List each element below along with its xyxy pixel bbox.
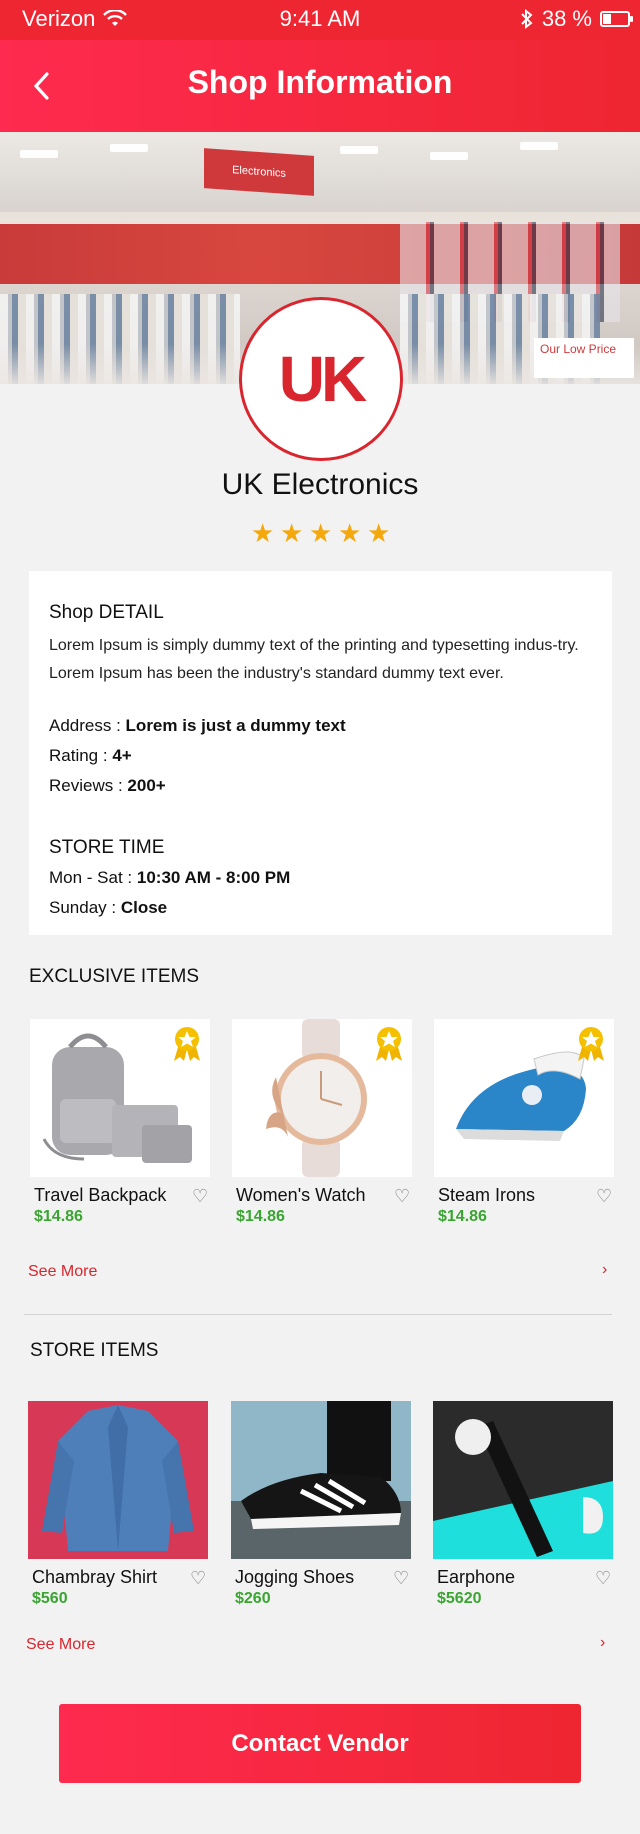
banner-light [110, 144, 148, 152]
chevron-right-icon[interactable]: › [602, 1261, 607, 1279]
rating-row: Rating : 4+ [49, 746, 132, 766]
shirt-image [42, 1405, 194, 1551]
weekday-label: Mon - Sat : [49, 868, 137, 887]
banner-light [340, 146, 378, 154]
product-name: Travel Backpack [34, 1185, 167, 1205]
product-image-iron[interactable] [434, 1019, 614, 1177]
exclusive-see-more-link[interactable]: See More [28, 1263, 97, 1281]
status-bar: Verizon 9:41 AM 38 % [0, 0, 640, 40]
banner-light [520, 142, 558, 150]
shop-description: Lorem Ipsum is simply dummy text of the … [49, 637, 579, 682]
store-item-card[interactable]: Jogging Shoes $260 ♡ [231, 1401, 411, 1607]
heart-icon[interactable]: ♡ [595, 1569, 613, 1587]
star-icon: ★ [251, 518, 275, 548]
star-icon: ★ [338, 518, 362, 548]
product-name: Steam Irons [438, 1185, 536, 1205]
chevron-right-icon[interactable]: › [600, 1634, 605, 1652]
battery-percent: 38 % [541, 6, 592, 31]
star-icon: ★ [309, 518, 333, 548]
heart-icon[interactable]: ♡ [394, 1187, 412, 1205]
nav-bar: Shop Information [0, 40, 640, 132]
award-badge-icon [174, 1027, 200, 1061]
product-price: $14.86 [236, 1208, 285, 1225]
exclusive-item-card[interactable]: Steam Irons $14.86 ♡ [434, 1019, 614, 1225]
page-title: Shop Information [187, 64, 453, 100]
address-label: Address : [49, 716, 126, 735]
store-item-card[interactable]: Earphone $5620 ♡ [433, 1401, 613, 1607]
rating-value: 4+ [112, 746, 132, 765]
product-image-earphone[interactable] [433, 1401, 613, 1559]
shop-detail-card: Shop DETAIL Lorem Ipsum is simply dummy … [29, 571, 612, 935]
banner-promo-sign: Our Low Price [534, 338, 634, 378]
product-price: $14.86 [34, 1208, 83, 1225]
reviews-label: Reviews : [49, 776, 128, 795]
product-image-shirt[interactable] [28, 1401, 208, 1559]
heart-icon[interactable]: ♡ [192, 1187, 210, 1205]
shop-name: UK Electronics [221, 468, 419, 501]
contact-vendor-button[interactable]: Contact Vendor [59, 1704, 581, 1783]
store-item-card[interactable]: Chambray Shirt $560 ♡ [28, 1401, 208, 1607]
heart-icon[interactable]: ♡ [190, 1569, 208, 1587]
product-name: Earphone [437, 1567, 516, 1587]
address-row: Address : Lorem is just a dummy text [49, 716, 346, 736]
sunday-hours: Close [120, 898, 168, 917]
product-price: $560 [32, 1590, 68, 1607]
sunday-hours-row: Sunday : Close [49, 898, 167, 918]
weekday-hours: 10:30 AM - 8:00 PM [136, 868, 291, 887]
product-price: $260 [235, 1590, 271, 1607]
heart-icon[interactable]: ♡ [393, 1569, 411, 1587]
shop-logo: UK [239, 297, 403, 461]
exclusive-item-card[interactable]: Travel Backpack $14.86 ♡ [30, 1019, 210, 1225]
product-name: Women's Watch [236, 1185, 366, 1205]
banner-sign: Electronics [204, 148, 314, 196]
heart-icon[interactable]: ♡ [596, 1187, 614, 1205]
product-price: $14.86 [438, 1208, 487, 1225]
exclusive-items-title: EXCLUSIVE ITEMS [29, 966, 199, 987]
reviews-value: 200+ [127, 776, 166, 795]
product-price: $5620 [437, 1590, 482, 1607]
store-time-heading: STORE TIME [49, 837, 165, 858]
award-badge-icon [376, 1027, 402, 1061]
award-badge-icon [578, 1027, 604, 1061]
store-items-title: STORE ITEMS [30, 1340, 159, 1361]
product-image-backpack[interactable] [30, 1019, 210, 1177]
banner-light [20, 150, 58, 158]
exclusive-item-card[interactable]: Women's Watch $14.86 ♡ [232, 1019, 412, 1225]
star-icon: ★ [367, 518, 391, 548]
sunday-label: Sunday : [49, 898, 121, 917]
star-icon: ★ [280, 518, 304, 548]
product-name: Jogging Shoes [235, 1567, 355, 1587]
product-image-shoes[interactable] [231, 1401, 411, 1559]
product-image-watch[interactable] [232, 1019, 412, 1177]
status-right: 38 % [520, 6, 633, 32]
banner-light [430, 152, 468, 160]
bluetooth-icon [521, 9, 533, 29]
section-divider [24, 1314, 612, 1315]
shop-logo-text: UK [278, 343, 367, 415]
shop-detail-heading: Shop DETAIL [49, 602, 164, 623]
store-see-more-link[interactable]: See More [26, 1636, 95, 1654]
address-value: Lorem is just a dummy text [125, 716, 346, 735]
shoes-image [231, 1401, 411, 1559]
earphone-image [433, 1419, 613, 1559]
product-name: Chambray Shirt [32, 1567, 158, 1587]
shop-rating-stars: ★ ★ ★ ★ ★ [0, 518, 640, 548]
weekday-hours-row: Mon - Sat : 10:30 AM - 8:00 PM [49, 868, 290, 888]
battery-icon [600, 11, 633, 27]
rating-label: Rating : [49, 746, 113, 765]
reviews-row: Reviews : 200+ [49, 776, 166, 796]
